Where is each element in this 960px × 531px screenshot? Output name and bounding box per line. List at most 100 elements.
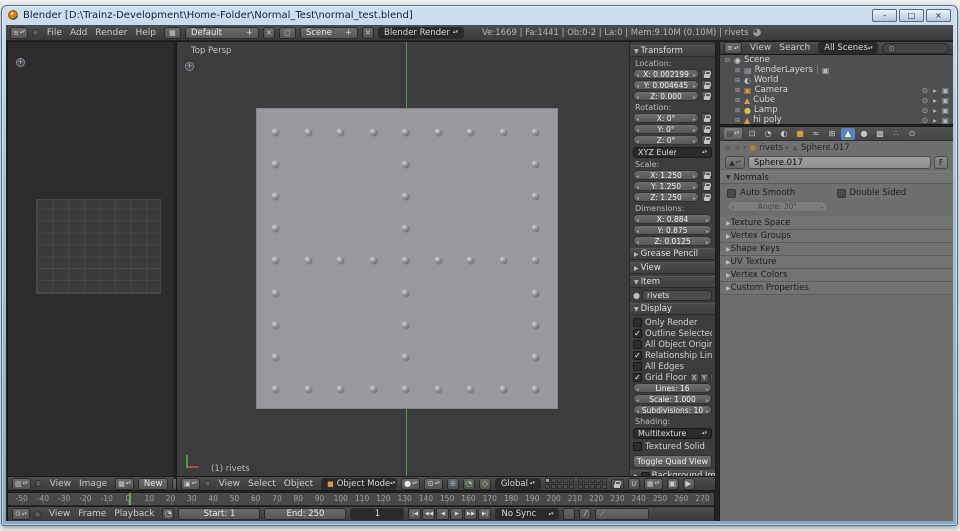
title-bar[interactable]: Blender [D:\Trainz-Development\Home-Fold…	[2, 6, 957, 22]
viewport-canvas[interactable]: Top Persp + (1) rivets	[177, 42, 629, 476]
auto-smooth-angle-slider[interactable]: ◂Angle: 30°▸	[727, 201, 828, 212]
properties-editor[interactable]: ▤▴▾⊡◔◐■≈⊞▲●▩∴⊙ ⊕ ⊗ ▸ ● rivets ▸ ▲ Sphere…	[719, 126, 953, 521]
grid-axis-x-button[interactable]: X	[690, 373, 699, 383]
scale-slider-0[interactable]: ◂X: 1.250▸	[633, 170, 699, 180]
render-opengl-anim-icon[interactable]: ▶	[683, 478, 695, 490]
info-menu-render[interactable]: Render	[91, 28, 131, 38]
timeline-menu-view[interactable]: View	[45, 509, 74, 519]
rotation-slider-2[interactable]: ◂Z: 0°▸	[633, 135, 699, 145]
keying-set-icon[interactable]: ⁄	[579, 508, 591, 520]
layer-cell[interactable]	[551, 478, 556, 483]
mesh-data-icon[interactable]: ▲▴▾	[725, 156, 745, 169]
layer-cell[interactable]	[584, 478, 589, 483]
layer-cell[interactable]	[584, 484, 589, 489]
location-slider-2[interactable]: ◂Z: 0.000▸	[633, 91, 699, 101]
expander-icon[interactable]: ⊞	[734, 97, 741, 104]
outliner-item-world[interactable]: ⊞◐World	[720, 75, 953, 85]
layer-cell[interactable]	[545, 478, 550, 483]
only-render-checkbox[interactable]	[633, 318, 642, 327]
image-editor-type-icon[interactable]: ▥▴▾	[12, 478, 31, 490]
display-slider-0[interactable]: ◂Lines: 16▸	[633, 383, 712, 393]
renderability-icon[interactable]: ▣	[942, 86, 949, 95]
display-scope-dropdown[interactable]: All Scenes▴▾	[818, 42, 878, 54]
tab-object-icon[interactable]: ■	[793, 128, 807, 140]
region-plus-icon[interactable]: +	[16, 58, 25, 67]
view3d-menu-select[interactable]: Select	[244, 479, 280, 489]
pivot-point-dropdown[interactable]: ⊙▴▾	[424, 478, 443, 490]
item-panel-header[interactable]: Item	[630, 276, 715, 288]
tab-object-data-icon[interactable]: ▲	[841, 128, 855, 140]
panel-header-uv-texture[interactable]: UV Texture	[720, 256, 953, 269]
header-collapse-icon[interactable]	[204, 480, 211, 487]
expander-icon[interactable]: ⊞	[734, 117, 741, 124]
layer-cell[interactable]	[563, 478, 568, 483]
relationship-lines-checkbox[interactable]: ✓	[633, 351, 642, 360]
jump-to-start-button[interactable]: |◀	[408, 508, 421, 520]
timeline-ruler[interactable]: -50-40-30-20-100102030405060708090100110…	[8, 493, 714, 506]
scene-field[interactable]: Scene+	[300, 27, 358, 39]
editor-type-icon[interactable]: ≡▴▾	[10, 27, 28, 39]
record-button[interactable]	[563, 508, 575, 520]
unlink-scene-button[interactable]: ×	[362, 27, 374, 39]
panel-header-view[interactable]: View	[630, 262, 715, 274]
expander-icon[interactable]: ⊞	[734, 67, 741, 74]
manipulator-scale-icon[interactable]: ◇	[479, 478, 491, 490]
panel-header-vertex-colors[interactable]: Vertex Colors	[720, 269, 953, 282]
tab-physics-icon[interactable]: ⊙	[905, 128, 919, 140]
image-editor-menu-view[interactable]: View	[46, 479, 75, 489]
layer-cell[interactable]	[563, 484, 568, 489]
visibility-icon[interactable]: ⊙	[922, 106, 928, 115]
outliner[interactable]: ≡▴▾ ViewSearch All Scenes▴▾ ⊙ ⊟◉Scene⊞▤R…	[719, 41, 953, 125]
textured-solid-checkbox[interactable]	[633, 442, 642, 451]
expander-icon[interactable]: ⊟	[724, 57, 731, 64]
scale-slider-1[interactable]: ◂Y: 1.250▸	[633, 181, 699, 191]
scale-slider-2[interactable]: ◂Z: 1.250▸	[633, 192, 699, 202]
current-frame-field[interactable]: 1	[350, 508, 404, 520]
keying-set-field[interactable]: ⁄	[595, 508, 649, 520]
render-engine-dropdown[interactable]: Blender Render▴▾	[378, 27, 464, 39]
layer-cell[interactable]	[590, 484, 595, 489]
tab-modifiers-icon[interactable]: ⊞	[825, 128, 839, 140]
new-image-button[interactable]: New	[138, 478, 169, 490]
layer-cell[interactable]	[569, 478, 574, 483]
screen-layout-field[interactable]: Default+	[185, 27, 259, 39]
double-sided-checkbox[interactable]	[837, 189, 846, 198]
tab-material-icon[interactable]: ●	[857, 128, 871, 140]
3d-view[interactable]: Top Persp + (1) rivets Transform Locatio…	[176, 41, 716, 491]
rotation-lock-icon-1[interactable]	[701, 124, 712, 134]
wrench-icon[interactable]: ⊗	[734, 143, 740, 152]
location-slider-0[interactable]: ◂X: 0.002199▸	[633, 69, 699, 79]
properties-editor-type-icon[interactable]: ▤▴▾	[723, 127, 743, 140]
tab-constraints-icon[interactable]: ≈	[809, 128, 823, 140]
frame-start-field[interactable]: Start: 1	[178, 508, 260, 520]
dimension-slider-2[interactable]: ◂Z: 0.0125▸	[633, 236, 712, 246]
lock-to-scene-icon[interactable]	[611, 479, 624, 489]
outliner-item-hi-poly[interactable]: ⊞▲hi poly⊙▸▣	[720, 115, 953, 124]
layer-cell[interactable]	[578, 478, 583, 483]
layer-cell[interactable]	[569, 484, 574, 489]
expander-icon[interactable]: ⊞	[734, 77, 741, 84]
tab-texture-icon[interactable]: ▩	[873, 128, 887, 140]
outliner-item-cube[interactable]: ⊞▲Cube⊙▸▣	[720, 95, 953, 105]
close-button[interactable]: ×	[926, 9, 951, 22]
play-button[interactable]: ▶	[450, 508, 463, 520]
expander-icon[interactable]: ⊞	[734, 87, 741, 94]
frame-end-field[interactable]: End: 250	[264, 508, 346, 520]
display-panel-header[interactable]: Display	[630, 303, 715, 315]
info-menu-help[interactable]: Help	[131, 28, 160, 38]
selectability-icon[interactable]: ▸	[933, 86, 937, 95]
all-edges-checkbox[interactable]	[633, 362, 642, 371]
render-opengl-icon[interactable]: ▣	[667, 478, 679, 490]
display-slider-2[interactable]: ◂Subdivisions: 10▸	[633, 405, 712, 415]
dimension-slider-0[interactable]: ◂X: 0.884▸	[633, 214, 712, 224]
outline-selected-checkbox[interactable]: ✓	[633, 329, 642, 338]
next-keyframe-button[interactable]: ▶▶	[464, 508, 477, 520]
layer-cell[interactable]	[551, 484, 556, 489]
selectability-icon[interactable]: ▸	[933, 106, 937, 115]
auto-smooth-checkbox[interactable]	[727, 189, 736, 198]
outliner-search-field[interactable]: ⊙	[882, 43, 949, 54]
viewport-shading-dropdown[interactable]: ●▴▾	[401, 478, 420, 490]
location-slider-1[interactable]: ◂Y: 0.004645▸	[633, 80, 699, 90]
layer-cell[interactable]	[602, 478, 607, 483]
scene-browse-icon[interactable]: ▢	[279, 27, 296, 39]
